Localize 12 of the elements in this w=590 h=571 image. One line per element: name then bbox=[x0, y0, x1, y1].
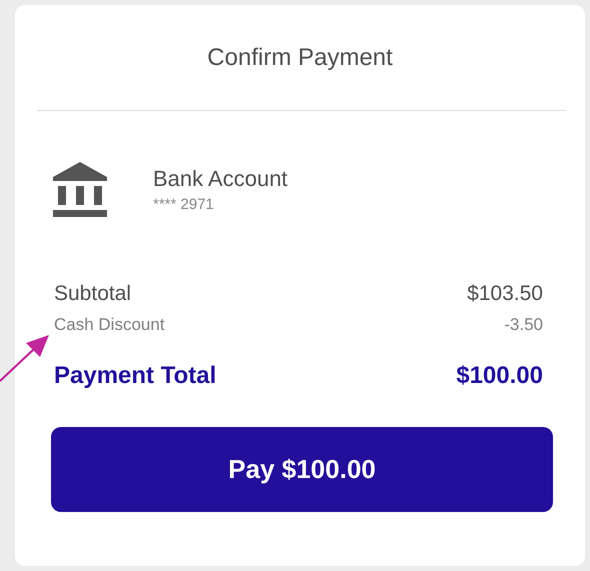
pay-button[interactable]: Pay $100.00 bbox=[51, 427, 553, 512]
line-amount: -3.50 bbox=[504, 315, 543, 335]
annotation-arrow bbox=[0, 335, 50, 383]
account-name: Bank Account bbox=[153, 166, 288, 192]
bank-icon bbox=[53, 162, 107, 217]
line-amount: $103.50 bbox=[467, 282, 543, 306]
total-amount: $100.00 bbox=[456, 362, 543, 390]
line-label: Cash Discount bbox=[54, 315, 165, 335]
line-label: Subtotal bbox=[54, 282, 132, 306]
dialog-title: Confirm Payment bbox=[207, 44, 393, 72]
account-number: **** 2971 bbox=[153, 196, 215, 213]
total-label: Payment Total bbox=[54, 362, 216, 390]
